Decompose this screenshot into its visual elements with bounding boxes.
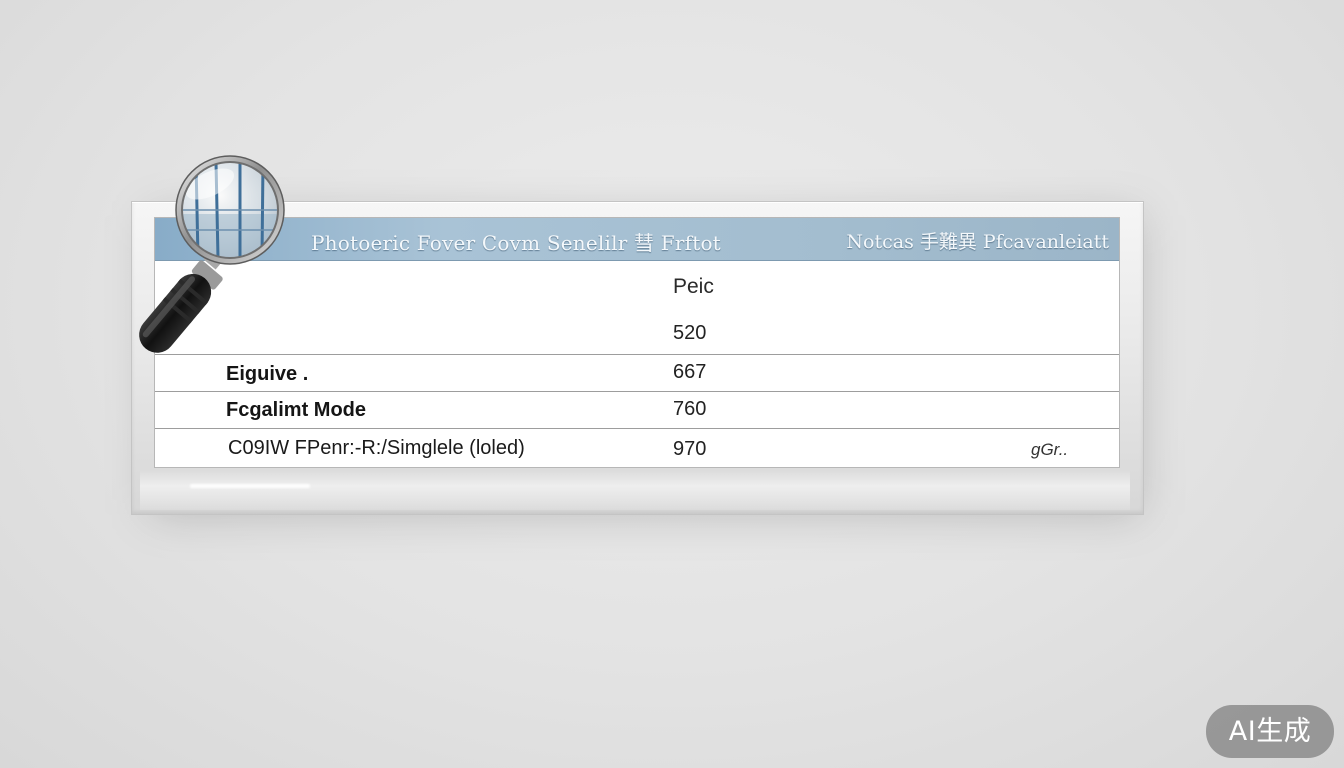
table-row-label: Fcgalimt Mode (226, 399, 367, 421)
panel-glint (190, 484, 310, 488)
table-header-right: Notcas 手難異 Pfcavanleiatt (846, 231, 1109, 253)
table-row-value: 970 (673, 438, 707, 460)
row-divider (155, 391, 1119, 392)
table-row-value: 760 (673, 398, 707, 420)
table-header-title: Photoeric Fover Covm Senelilr 彗 Frftot (311, 231, 721, 255)
table-row-value: 520 (673, 322, 707, 344)
table-row-extra: gGr.. (1031, 440, 1069, 459)
column-header-value: Peic (673, 275, 714, 298)
magnifying-glass-icon (139, 155, 285, 353)
table-row-label: C09IW FPenr:-R:/Simglele (loled) (228, 437, 525, 459)
panel-reflection (140, 470, 1130, 510)
table-row-value: 667 (673, 361, 707, 383)
row-divider (155, 428, 1119, 429)
ai-generated-badge: AI生成 (1206, 705, 1334, 758)
